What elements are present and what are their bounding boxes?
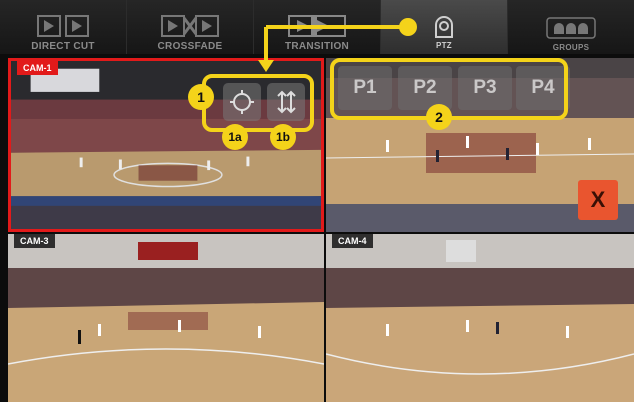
callout-1a: 1a (222, 124, 248, 150)
groups-icon (536, 16, 606, 40)
ptz-icon (409, 14, 479, 38)
mode-groups[interactable]: GROUPS (508, 0, 634, 54)
crossfade-icon (155, 14, 225, 38)
mode-label: DIRECT CUT (31, 41, 95, 52)
callout-1b: 1b (270, 124, 296, 150)
mode-direct-cut[interactable]: DIRECT CUT (0, 0, 127, 54)
camera-tile-3[interactable]: CAM-3 (8, 234, 324, 402)
mode-label: PTZ (435, 41, 452, 50)
direct-cut-icon (28, 14, 98, 38)
callout-1: 1 (188, 84, 214, 110)
camera-feed-image (8, 234, 324, 402)
close-icon: X (590, 187, 606, 212)
mode-ptz[interactable]: PTZ (381, 0, 508, 54)
mode-label: CROSSFADE (157, 41, 223, 52)
callout-2: 2 (426, 104, 452, 130)
transition-icon (282, 14, 352, 38)
camera-tag: CAM-4 (332, 234, 373, 248)
mode-label: TRANSITION (284, 41, 350, 52)
mode-crossfade[interactable]: CROSSFADE (127, 0, 254, 54)
mode-bar: DIRECT CUT CROSSFADE TRANSITION PTZ GROU… (0, 0, 634, 54)
mode-transition[interactable]: TRANSITION (254, 0, 381, 54)
close-ptz-button[interactable]: X (578, 180, 618, 220)
camera-tag: CAM-1 (17, 61, 58, 75)
camera-tag: CAM-3 (14, 234, 55, 248)
ptz-controls-highlight (202, 74, 314, 132)
camera-tile-4[interactable]: CAM-4 (326, 234, 634, 402)
mode-label: GROUPS (552, 43, 590, 52)
camera-feed-image (326, 234, 634, 402)
